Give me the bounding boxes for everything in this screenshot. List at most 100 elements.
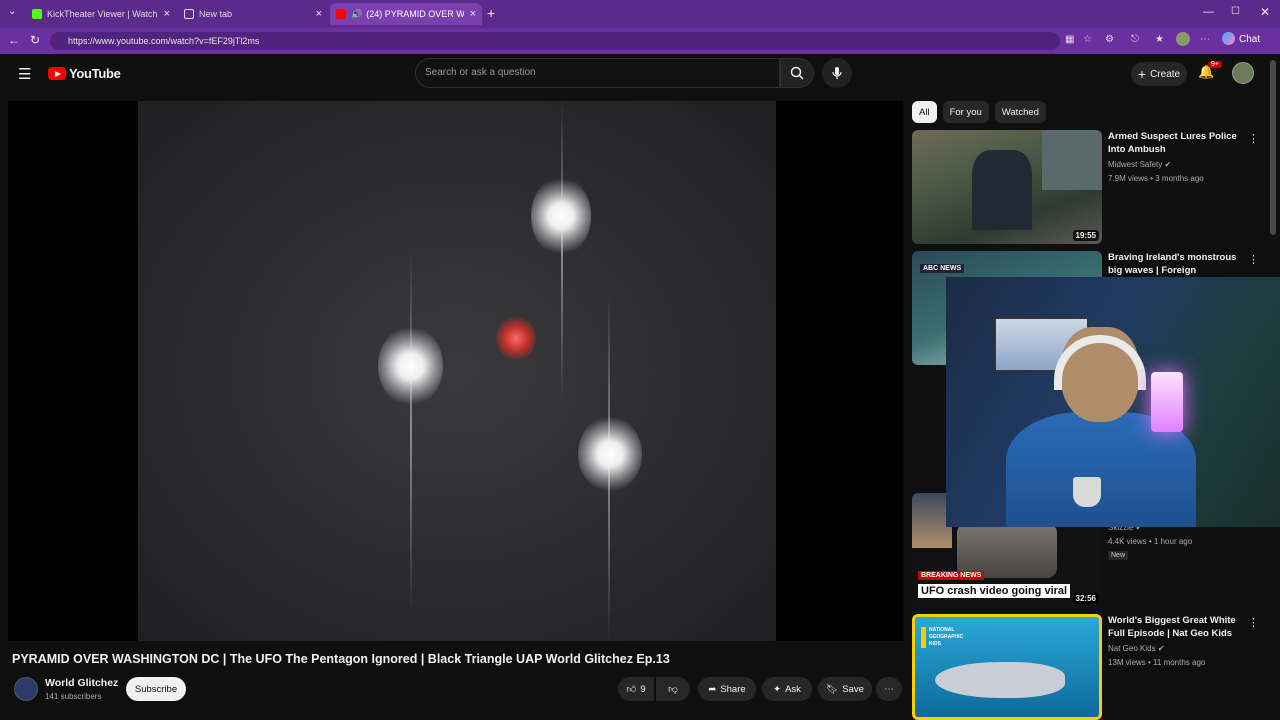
white-light — [531, 176, 591, 256]
thumbs-up-icon: 👍︎ — [626, 684, 637, 695]
video-thumbnail[interactable]: NATIONAL GEOGRAPHIC KIDS — [912, 614, 1102, 720]
white-light — [578, 416, 642, 492]
search-button[interactable] — [780, 58, 814, 88]
like-button[interactable]: 👍︎ 9 — [618, 677, 654, 701]
more-options-icon[interactable]: ⋮ — [1248, 132, 1259, 145]
breaking-news-headline: UFO crash video going viral — [918, 584, 1071, 598]
light-streak — [410, 251, 412, 611]
channel-avatar[interactable] — [14, 677, 38, 701]
tab-new-tab[interactable]: New tab × — [178, 3, 328, 25]
menu-icon[interactable]: ☰ — [18, 65, 31, 83]
recommendation-title[interactable]: World's Biggest Great White Full Episode… — [1108, 614, 1253, 640]
save-label: Save — [842, 683, 864, 695]
favorite-icon[interactable]: ☆ — [1083, 34, 1092, 45]
thumbnail-building — [1042, 130, 1102, 190]
share-label: Share — [720, 683, 746, 695]
tab-label: (24) PYRAMID OVER WASHIN — [366, 9, 464, 19]
browser-tab-bar: ⌄ KickTheater Viewer | Watch Multi × New… — [0, 0, 1280, 28]
new-badge: New — [1108, 551, 1129, 560]
tab-label: New tab — [199, 9, 233, 19]
recommendation-meta: 7.9M views • 3 months ago — [1108, 174, 1204, 183]
ask-label: Ask — [785, 683, 801, 695]
create-button[interactable]: + Create — [1131, 62, 1187, 86]
youtube-header: ☰ YouTube Search or ask a question + Cre… — [0, 54, 1280, 94]
subscribe-button[interactable]: Subscribe — [126, 677, 186, 701]
page-scrollbar[interactable] — [1270, 60, 1276, 235]
logo-text: YouTube — [69, 66, 121, 81]
more-actions-button[interactable]: ⋯ — [876, 677, 902, 701]
video-frame — [138, 101, 776, 641]
more-options-icon[interactable]: ⋮ — [1248, 616, 1259, 629]
ask-button[interactable]: ✦ Ask — [762, 677, 812, 701]
breaking-news-tag: BREAKING NEWS — [918, 571, 985, 580]
close-window-icon[interactable]: ✕ — [1260, 5, 1270, 19]
breaking-news-overlay: BREAKING NEWS UFO crash video going vira… — [918, 568, 1083, 606]
abc-news-badge: ABC NEWS — [920, 264, 965, 273]
downloads-icon[interactable]: ⎋ — [1131, 34, 1139, 45]
close-icon[interactable]: × — [164, 8, 170, 20]
verified-icon: ✔ — [1157, 644, 1165, 653]
tab-youtube[interactable]: 🔊 (24) PYRAMID OVER WASHIN × — [330, 3, 482, 25]
red-light — [496, 316, 536, 361]
minimize-icon[interactable]: — — [1203, 6, 1214, 18]
extension-icon[interactable]: ⚙ — [1105, 34, 1114, 45]
chip-all[interactable]: All — [912, 101, 937, 123]
recommendation-meta: 13M views • 11 months ago — [1108, 658, 1206, 667]
verified-icon: ✔ — [1164, 160, 1172, 169]
close-icon[interactable]: × — [470, 8, 476, 20]
new-tab-icon[interactable]: + — [487, 5, 495, 21]
maximize-icon[interactable]: ☐ — [1231, 6, 1240, 17]
rgb-lamp — [1151, 372, 1183, 432]
kick-favicon-icon — [32, 9, 42, 19]
video-player[interactable] — [8, 101, 903, 641]
voice-search-button[interactable] — [822, 58, 852, 88]
thumbs-down-icon: 👎︎ — [668, 684, 678, 695]
more-icon[interactable]: ⋯ — [1200, 34, 1210, 45]
more-icon: ⋯ — [884, 683, 894, 695]
close-icon[interactable]: × — [316, 8, 322, 20]
more-options-icon[interactable]: ⋮ — [1248, 253, 1259, 266]
jersey-crest — [1073, 477, 1101, 507]
recommendation-channel[interactable]: Midwest Safety ✔ — [1108, 160, 1171, 169]
youtube-logo[interactable]: YouTube — [48, 66, 121, 81]
tab-kicktheater[interactable]: KickTheater Viewer | Watch Multi × — [26, 3, 176, 25]
apps-icon[interactable]: ▦ — [1065, 34, 1074, 45]
recommendation-meta: 4.4K views • 1 hour ago — [1108, 537, 1193, 546]
chat-button[interactable]: Chat — [1239, 34, 1260, 45]
recommendation-card[interactable]: NATIONAL GEOGRAPHIC KIDS World's Biggest… — [912, 614, 1280, 720]
speaker-icon[interactable]: 🔊 — [351, 9, 362, 20]
search-icon — [790, 66, 804, 80]
bookmark-icon: 🔖︎ — [826, 683, 839, 695]
youtube-play-icon — [48, 67, 66, 80]
thumbnail-shark — [935, 662, 1065, 698]
notification-badge: 9+ — [1208, 61, 1222, 68]
profile-icon[interactable] — [1176, 32, 1190, 46]
tab-list-icon[interactable]: ⌄ — [8, 6, 16, 17]
plus-icon: + — [1137, 66, 1147, 82]
thumbnail-police-scene — [972, 150, 1032, 230]
channel-name[interactable]: World Glitchez — [45, 677, 118, 689]
nat-geo-kids-badge: NATIONAL GEOGRAPHIC KIDS — [921, 627, 963, 648]
recommendation-card[interactable]: 19:55 Armed Suspect Lures Police Into Am… — [912, 130, 1280, 246]
reload-icon[interactable]: ↻ — [30, 33, 40, 47]
back-icon[interactable]: ← — [8, 33, 20, 47]
streamer-webcam-overlay — [946, 277, 1280, 527]
copilot-icon[interactable] — [1222, 32, 1235, 45]
like-count: 9 — [640, 683, 646, 695]
dislike-button[interactable]: 👎︎ — [656, 677, 690, 701]
filter-chips: All For you Watched — [912, 101, 1046, 123]
video-thumbnail[interactable]: 19:55 — [912, 130, 1102, 244]
chip-for-you[interactable]: For you — [942, 101, 989, 123]
page-favicon-icon — [184, 9, 194, 19]
account-avatar[interactable] — [1232, 62, 1254, 84]
url-field[interactable]: https://www.youtube.com/watch?v=fEF29jTl… — [50, 32, 1060, 50]
tab-label: KickTheater Viewer | Watch Multi — [47, 9, 158, 19]
recommendation-channel[interactable]: Nat Geo Kids ✔ — [1108, 644, 1165, 653]
save-button[interactable]: 🔖︎ Save — [818, 677, 872, 701]
chip-watched[interactable]: Watched — [994, 101, 1046, 123]
favorites-icon[interactable]: ★ — [1155, 34, 1164, 45]
microphone-icon — [832, 67, 842, 79]
search-input[interactable]: Search or ask a question — [415, 58, 780, 88]
share-button[interactable]: ➦ Share — [698, 677, 756, 701]
recommendation-title[interactable]: Armed Suspect Lures Police Into Ambush — [1108, 130, 1253, 156]
